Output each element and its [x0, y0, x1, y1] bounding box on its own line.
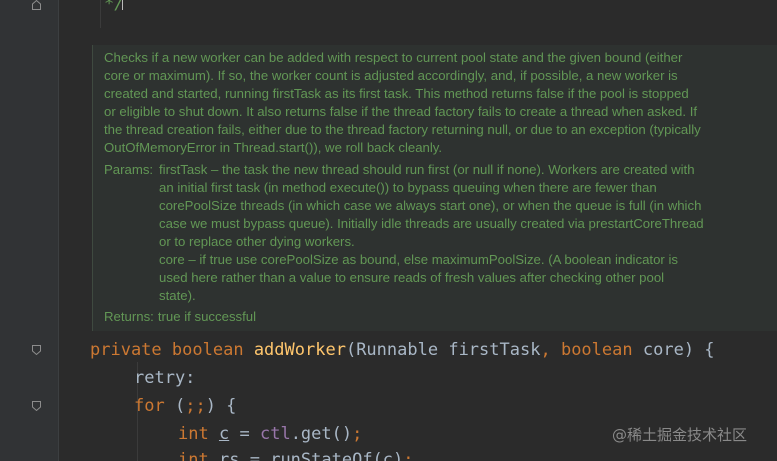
editor-gutter[interactable]	[0, 0, 58, 461]
variable-c: c	[218, 424, 230, 444]
code-line-int-rs[interactable]: int rs = runStateOf(c);	[178, 450, 414, 461]
keyword-int: int	[178, 424, 209, 444]
comma: ,	[540, 340, 551, 360]
keyword-int: int	[178, 450, 209, 461]
paren-close-brace: ) {	[683, 340, 715, 360]
call-get[interactable]: .get()	[291, 424, 352, 444]
code-line-for[interactable]: for (;;) {	[134, 396, 236, 416]
javadoc-param-first-task: firstTask – the task the new thread shou…	[159, 161, 704, 249]
text-caret	[122, 0, 123, 10]
param-name-first-task: firstTask	[448, 340, 541, 360]
param-type-runnable[interactable]: Runnable	[356, 340, 438, 360]
keyword-for: for	[134, 396, 165, 416]
fold-start-marker-icon[interactable]	[32, 345, 41, 355]
for-open: (	[174, 396, 186, 416]
paren-open: (	[345, 340, 357, 360]
javadoc-returns-label: Returns:	[104, 309, 154, 325]
assign: =	[239, 424, 250, 444]
javadoc-summary: Checks if a new worker can be added with…	[104, 50, 701, 156]
code-editor[interactable]: */ Checks if a new worker can be added w…	[0, 0, 777, 461]
semicolon: ;	[403, 450, 414, 461]
javadoc-params-label: Params:	[104, 161, 154, 177]
watermark: @稀土掘金技术社区	[612, 426, 748, 444]
gutter-divider	[58, 0, 59, 461]
javadoc-returns-text: true if successful	[157, 309, 257, 325]
for-close-brace: ) {	[205, 396, 237, 416]
code-line-method-signature[interactable]: private boolean addWorker(Runnable first…	[90, 340, 715, 360]
javadoc-params-section: Params: firstTask – the task the new thr…	[104, 161, 704, 306]
javadoc-param-core: core – if true use corePoolSize as bound…	[159, 252, 678, 304]
keyword-boolean: boolean	[560, 340, 633, 360]
method-name[interactable]: addWorker	[254, 340, 346, 360]
field-ctl[interactable]: ctl	[260, 424, 291, 444]
keyword-private: private	[90, 340, 162, 360]
keyword-boolean: boolean	[171, 340, 244, 360]
code-line-int-c[interactable]: int c = ctl.get();	[178, 424, 362, 444]
fold-end-marker-icon[interactable]	[32, 0, 41, 10]
javadoc-params-body: firstTask – the task the new thread shou…	[159, 161, 704, 306]
javadoc-returns-section: Returns: true if successful	[104, 308, 704, 326]
fold-start-marker-icon[interactable]	[32, 401, 41, 411]
assign: =	[249, 450, 260, 461]
for-semicolons: ;;	[185, 396, 206, 416]
javadoc-text: Checks if a new worker can be added with…	[104, 49, 704, 326]
variable-rs: rs	[218, 450, 240, 461]
indent-guide	[100, 0, 101, 28]
call-run-state-of[interactable]: runStateOf(c)	[270, 450, 403, 461]
param-name-core: core	[642, 340, 684, 360]
label-retry: retry:	[134, 368, 196, 388]
semicolon: ;	[352, 424, 363, 444]
code-line-label[interactable]: retry:	[134, 368, 195, 388]
